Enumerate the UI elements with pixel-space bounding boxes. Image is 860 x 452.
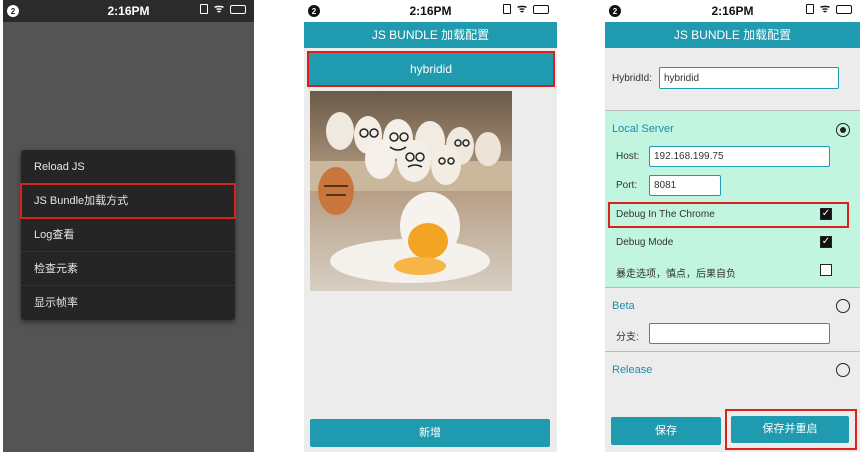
vibrate-icon [502,4,511,14]
debug-mode-label: Debug Mode [616,237,674,248]
risky-option-checkbox[interactable] [820,264,832,276]
vibrate-icon [199,4,208,14]
save-restart-button[interactable]: 保存并重启 [731,416,849,443]
menu-item-inspect-element[interactable]: 检查元素 [21,252,235,286]
page-title: JS BUNDLE 加载配置 [304,22,557,48]
release-section[interactable]: Release [605,351,860,391]
page-title: JS BUNDLE 加载配置 [605,22,860,48]
port-label: Port: [616,180,638,191]
add-button[interactable]: 新增 [310,419,550,447]
battery-icon [533,4,549,14]
status-bar: 2 2:16PM ᯤ [605,0,860,22]
hybridid-row: HybridId: hybridid [605,48,860,110]
dev-menu: Reload JS JS Bundle加载方式 Log查看 检查元素 显示帧率 [20,150,236,320]
debug-chrome-checkbox[interactable]: ✓ [820,208,832,220]
release-radio[interactable] [836,363,850,377]
port-input[interactable]: 8081 [649,175,721,196]
branch-label: 分支: [616,332,639,343]
hybridid-label: HybridId: [612,73,653,84]
debug-mode-checkbox[interactable]: ✓ [820,236,832,248]
status-bar: 2 2:16PM ᯤ [304,0,557,22]
menu-item-show-fps[interactable]: 显示帧率 [21,286,235,320]
screen-dev-menu: 2 2:16PM ᯤ Reload JS JS Bundle加载方式 Log查看… [3,0,254,452]
host-label: Host: [616,151,640,162]
local-server-radio[interactable] [836,123,850,137]
wifi-icon: ᯤ [213,3,224,15]
release-title: Release [612,364,653,376]
branch-input[interactable] [649,323,830,344]
hybridid-input[interactable]: hybridid [659,67,839,89]
battery-icon [230,4,246,14]
wifi-icon: ᯤ [819,3,830,15]
local-server-section[interactable]: Local Server Host: 192.168.199.75 Port: … [605,110,860,287]
menu-item-log-view[interactable]: Log查看 [21,218,235,252]
debug-chrome-label: Debug In The Chrome [616,209,715,220]
menu-item-js-bundle-mode[interactable]: JS Bundle加载方式 [20,183,236,219]
save-restart-highlight: 保存并重启 [725,409,857,450]
battery-icon [836,4,852,14]
hybridid-button[interactable]: hybridid [307,51,555,87]
menu-item-reload-js[interactable]: Reload JS [21,150,235,184]
local-server-title: Local Server [612,123,674,135]
status-bar: 2 2:16PM ᯤ [3,0,254,22]
beta-title: Beta [612,300,635,312]
save-button[interactable]: 保存 [611,417,721,445]
wifi-icon: ᯤ [516,3,527,15]
screen-bundle-list: 2 2:16PM ᯤ JS BUNDLE 加载配置 hybridid 新增 [304,0,557,452]
beta-section[interactable]: Beta 分支: [605,287,860,351]
risky-option-label: 暴走选项，慎点，后果自负 [616,269,736,280]
vibrate-icon [805,4,814,14]
screen-bundle-config: 2 2:16PM ᯤ JS BUNDLE 加载配置 HybridId: hybr… [605,0,860,452]
eggs-image [310,91,512,291]
beta-radio[interactable] [836,299,850,313]
host-input[interactable]: 192.168.199.75 [649,146,830,167]
